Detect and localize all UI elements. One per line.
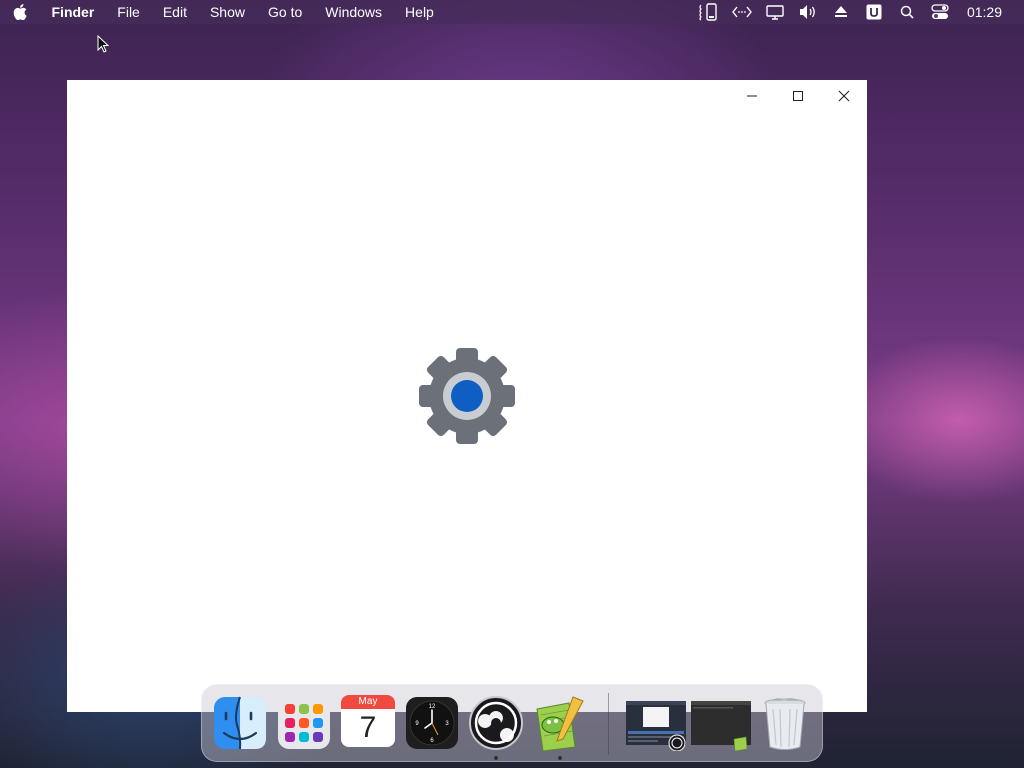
menu-windows[interactable]: Windows [314,0,394,24]
notepad-icon[interactable] [533,695,587,760]
dark-window-thumbnail[interactable] [690,695,752,752]
svg-text:12: 12 [429,704,436,710]
volume-icon[interactable] [792,0,825,24]
close-icon[interactable] [821,80,867,112]
menu-edit[interactable]: Edit [151,0,198,24]
menu-file[interactable]: File [106,0,152,24]
obs-icon[interactable] [469,695,523,760]
menu-show[interactable]: Show [198,0,256,24]
dock-separator [608,693,609,755]
menu-app-name[interactable]: Finder [40,0,106,24]
minimize-icon[interactable] [729,80,775,112]
calendar-day: 7 [341,709,395,747]
menu-go-to[interactable]: Go to [257,0,314,24]
gear-tooth [497,385,515,407]
gear-tooth [456,426,478,444]
running-indicator [558,756,562,760]
trash-icon[interactable] [758,695,812,751]
eject-icon[interactable] [825,0,858,24]
menu-help[interactable]: Help [394,0,446,24]
obs-window-thumbnail[interactable] [625,695,687,752]
u-badge-icon[interactable] [858,0,891,24]
calendar-month: May [341,695,395,709]
window-controls [729,80,867,112]
menu-clock[interactable]: 01:29 [957,0,1024,24]
mouse-cursor-icon [97,35,109,53]
calendar-icon[interactable]: May 7 [341,695,395,751]
clock-icon[interactable]: 12 3 6 9 [405,695,459,751]
search-icon[interactable] [891,0,924,24]
display-icon[interactable] [759,0,792,24]
menu-bar: Finder File Edit Show Go to Windows Help… [0,0,1024,24]
gear-tooth [419,385,437,407]
dock: May 7 12 3 6 9 [201,684,823,762]
gear-tooth [456,348,478,366]
finder-icon[interactable] [213,695,267,751]
status-area: 01:29 [693,0,1024,24]
control-center-icon[interactable] [924,0,957,24]
launchpad-icon[interactable] [277,695,331,751]
code-arrows-icon[interactable] [726,0,759,24]
apple-logo-icon[interactable] [0,0,40,24]
settings-gear-icon [419,348,515,444]
settings-window [67,80,867,712]
running-indicator [494,756,498,760]
maximize-icon[interactable] [775,80,821,112]
phone-mirror-icon[interactable] [693,0,726,24]
